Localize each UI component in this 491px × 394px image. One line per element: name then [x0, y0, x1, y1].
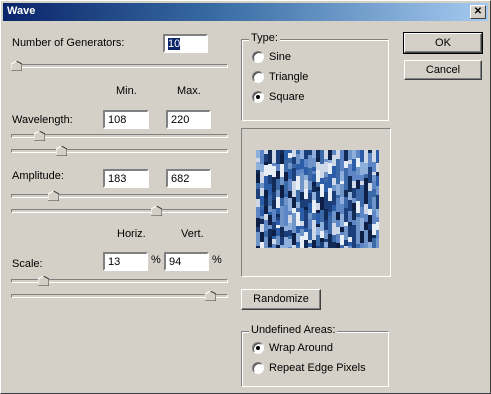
amplitude-min-slider-track[interactable] [11, 194, 228, 198]
randomize-button[interactable]: Randomize [241, 289, 321, 310]
wavelength-label: Wavelength: [12, 114, 73, 126]
close-button[interactable]: ✕ [470, 5, 486, 19]
window-title: Wave [7, 5, 36, 17]
wavelength-min-value: 108 [108, 114, 127, 126]
scale-vert-unit: % [212, 254, 222, 266]
type-group-title: Type: [249, 32, 280, 44]
amplitude-label: Amplitude: [12, 170, 64, 182]
wavelength-max-field[interactable]: 220 [166, 110, 211, 129]
scale-vert-slider-thumb[interactable] [204, 291, 216, 301]
type-sine-label[interactable]: Sine [269, 51, 291, 63]
scale-label: Scale: [12, 258, 43, 270]
wavelength-min-slider-thumb[interactable] [33, 131, 45, 141]
scale-vert-slider-track[interactable] [11, 294, 228, 298]
undefined-areas-title: Undefined Areas: [249, 324, 338, 336]
amplitude-max-value: 682 [171, 173, 190, 185]
scale-horiz-value: 13 [108, 256, 121, 268]
ok-button[interactable]: OK [403, 32, 483, 54]
wrap-around-label[interactable]: Wrap Around [269, 342, 333, 354]
max-column-header: Max. [177, 85, 201, 97]
wave-dialog: Wave ✕ Number of Generators: 10 Min. Max… [0, 0, 491, 394]
horiz-column-header: Horiz. [117, 228, 146, 240]
amplitude-min-value: 183 [108, 173, 127, 185]
wavelength-max-value: 220 [171, 114, 190, 126]
preview-frame [241, 128, 391, 277]
vert-column-header: Vert. [181, 228, 204, 240]
cancel-button[interactable]: Cancel [404, 60, 482, 80]
generators-field[interactable]: 10 [163, 34, 208, 53]
amplitude-max-slider-track[interactable] [11, 209, 228, 213]
min-column-header: Min. [116, 85, 137, 97]
amplitude-min-field[interactable]: 183 [103, 169, 149, 188]
generators-label: Number of Generators: [12, 37, 125, 49]
repeat-edge-label[interactable]: Repeat Edge Pixels [269, 362, 366, 374]
type-square-radio[interactable] [252, 91, 264, 103]
generators-slider-track[interactable] [11, 64, 228, 68]
generators-value: 10 [168, 38, 181, 50]
type-sine-radio[interactable] [252, 51, 264, 63]
scale-vert-value: 94 [169, 256, 182, 268]
amplitude-max-field[interactable]: 682 [166, 169, 211, 188]
amplitude-max-slider-thumb[interactable] [151, 206, 163, 216]
generators-slider-thumb[interactable] [11, 61, 22, 71]
wavelength-max-slider-thumb[interactable] [56, 146, 68, 156]
scale-vert-field[interactable]: 94 [164, 252, 209, 271]
wavelength-max-slider-track[interactable] [11, 149, 228, 153]
title-bar[interactable]: Wave ✕ [3, 3, 488, 21]
preview-image [256, 150, 379, 248]
scale-horiz-slider-thumb[interactable] [37, 276, 49, 286]
type-triangle-label[interactable]: Triangle [269, 71, 308, 83]
type-square-label[interactable]: Square [269, 91, 304, 103]
type-triangle-radio[interactable] [252, 71, 264, 83]
amplitude-min-slider-thumb[interactable] [48, 191, 60, 201]
scale-horiz-unit: % [151, 254, 161, 266]
wavelength-min-field[interactable]: 108 [103, 110, 149, 129]
repeat-edge-radio[interactable] [252, 362, 264, 374]
scale-horiz-field[interactable]: 13 [103, 252, 148, 271]
close-icon: ✕ [473, 6, 483, 17]
undefined-areas-group [241, 331, 389, 387]
wave-preview-pattern [256, 150, 379, 248]
wrap-around-radio[interactable] [252, 342, 264, 354]
